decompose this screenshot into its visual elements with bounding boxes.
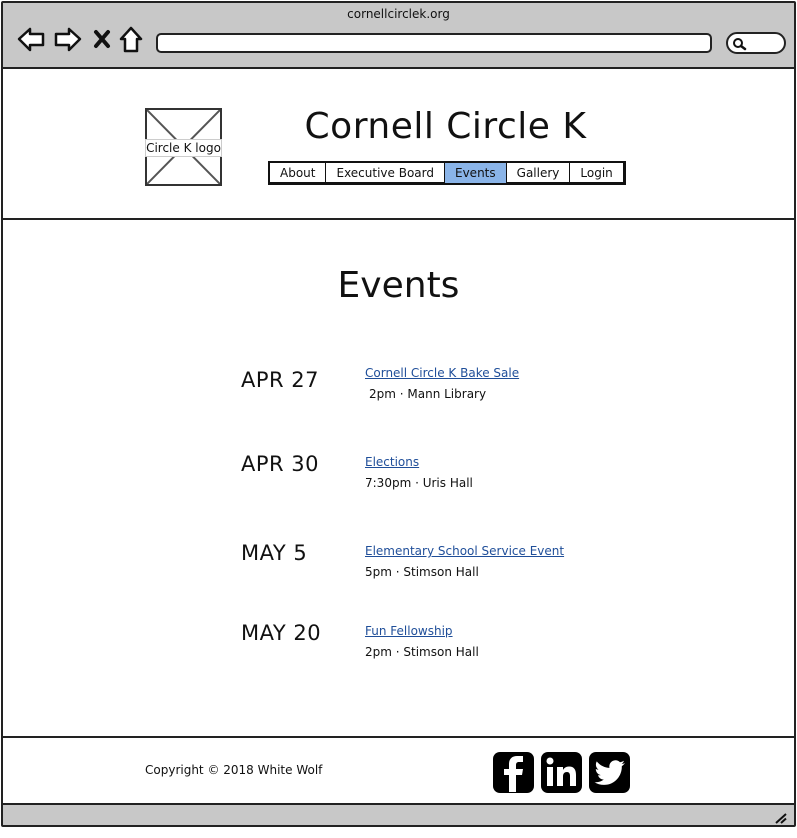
twitter-icon[interactable] [589,752,630,793]
event-time-location: 7:30pm · Uris Hall [365,476,473,490]
event-item: APR 30 Elections 7:30pm · Uris Hall [241,449,641,499]
event-time-location: 2pm · Stimson Hall [365,645,479,659]
event-date: APR 27 [241,368,320,392]
linkedin-icon[interactable] [541,752,582,793]
browser-toolbar: cornellcirclek.org [3,3,794,69]
back-icon[interactable] [16,25,46,55]
event-date: APR 30 [241,452,320,476]
site-header: Circle K logo Cornell Circle K About Exe… [3,69,794,220]
nav-login[interactable]: Login [570,163,622,183]
event-time-location: 2pm · Mann Library [369,387,487,401]
browser-search-field[interactable] [726,32,786,54]
event-title-link[interactable]: Cornell Circle K Bake Sale [365,365,519,381]
close-icon[interactable] [91,25,121,55]
event-item: APR 27 Cornell Circle K Bake Sale 2pm · … [241,365,641,415]
event-time-location: 5pm · Stimson Hall [365,565,479,579]
event-title-link[interactable]: Elementary School Service Event [365,543,564,559]
forward-icon[interactable] [53,25,83,55]
address-bar[interactable] [156,33,712,53]
nav-executive-board[interactable]: Executive Board [326,163,445,183]
circle-k-logo[interactable]: Circle K logo [145,108,222,186]
resize-grip-icon[interactable] [774,809,788,828]
event-date: MAY 5 [241,541,308,565]
event-date: MAY 20 [241,621,322,645]
event-item: MAY 5 Elementary School Service Event 5p… [241,538,641,588]
main-nav: About Executive Board Events Gallery Log… [268,161,626,185]
browser-window: cornellcirclek.org Circle K logo Cornell… [1,1,796,827]
event-title-link[interactable]: Elections [365,454,419,470]
nav-about[interactable]: About [270,163,327,183]
site-title: Cornell Circle K [304,106,587,147]
event-title-link[interactable]: Fun Fellowship [365,623,453,639]
nav-gallery[interactable]: Gallery [507,163,571,183]
page-url: cornellcirclek.org [347,7,450,21]
page-title: Events [337,265,460,306]
nav-events[interactable]: Events [445,163,507,183]
browser-status-bar [3,803,794,825]
home-icon[interactable] [118,25,148,55]
site-footer: Copyright © 2018 White Wolf [3,736,794,803]
logo-placeholder-label: Circle K logo [145,139,222,157]
copyright-text: Copyright © 2018 White Wolf [145,763,323,777]
event-item: MAY 20 Fun Fellowship 2pm · Stimson Hall [241,618,641,668]
facebook-icon[interactable] [493,752,534,793]
